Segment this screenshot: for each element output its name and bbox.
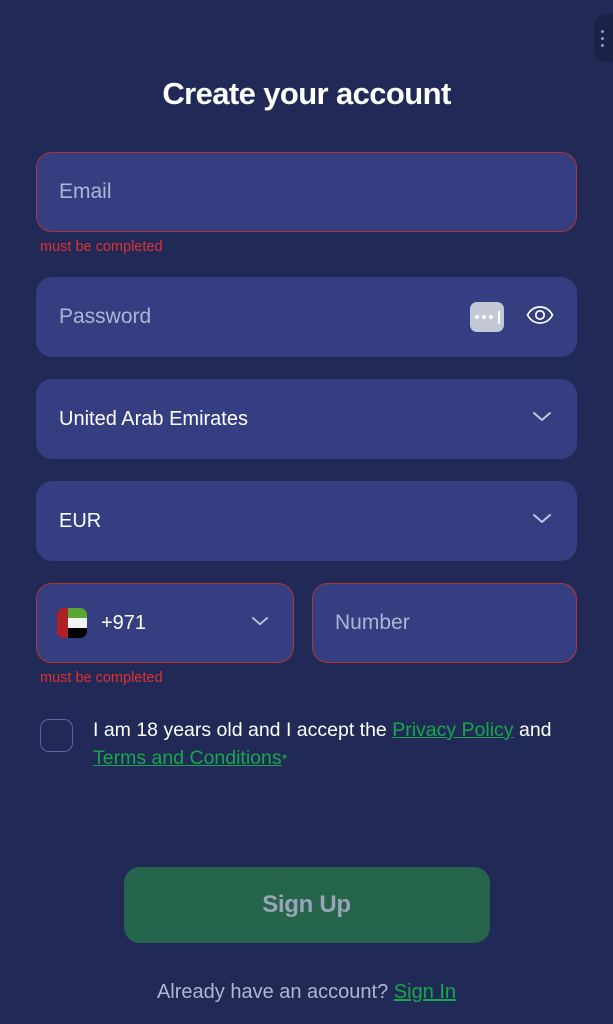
phone-row: +971 Number [36, 583, 577, 663]
required-marker: * [281, 751, 288, 769]
country-field-group: United Arab Emirates [36, 379, 577, 459]
password-field-group: Password [36, 277, 577, 357]
phone-country-code-select[interactable]: +971 [36, 583, 294, 663]
password-placeholder: Password [59, 305, 152, 328]
terms-text: I am 18 years old and I accept the Priva… [93, 716, 563, 773]
password-icons [470, 278, 554, 356]
phone-error-message: must be completed [40, 670, 163, 686]
chevron-down-icon [251, 614, 269, 632]
email-field-group: Email must be completed [36, 152, 577, 255]
country-select[interactable]: United Arab Emirates [36, 379, 577, 459]
terms-checkbox[interactable] [40, 719, 73, 752]
chevron-down-icon [532, 410, 552, 428]
chevron-down-icon [532, 512, 552, 530]
signin-prompt: Already have an account? Sign In [36, 981, 577, 1004]
eye-icon[interactable] [526, 305, 554, 330]
signin-link[interactable]: Sign In [394, 981, 456, 1003]
password-autofill-icon[interactable] [470, 302, 504, 332]
terms-text-before: I am 18 years old and I accept the [93, 719, 393, 741]
currency-field-group: EUR [36, 481, 577, 561]
phone-country-code-value: +971 [101, 611, 147, 634]
terms-text-middle: and [513, 719, 552, 741]
terms-conditions-link[interactable]: Terms and Conditions [93, 747, 282, 769]
signup-button[interactable]: Sign Up [123, 866, 490, 943]
email-input[interactable]: Email [36, 152, 577, 232]
password-input[interactable]: Password [36, 277, 577, 357]
privacy-policy-link[interactable]: Privacy Policy [392, 719, 513, 741]
page-title: Create your account [162, 76, 451, 111]
country-value: United Arab Emirates [59, 407, 248, 430]
phone-number-input[interactable]: Number [312, 583, 577, 663]
currency-select[interactable]: EUR [36, 481, 577, 561]
terms-row: I am 18 years old and I accept the Priva… [36, 716, 577, 773]
uae-flag-icon [57, 608, 87, 638]
phone-number-placeholder: Number [335, 611, 410, 634]
currency-value: EUR [59, 509, 102, 532]
email-placeholder: Email [59, 180, 112, 203]
signup-page: Create your account Email must be comple… [0, 0, 613, 1024]
email-error-message: must be completed [40, 239, 163, 255]
signin-prompt-text: Already have an account? [156, 980, 394, 1003]
